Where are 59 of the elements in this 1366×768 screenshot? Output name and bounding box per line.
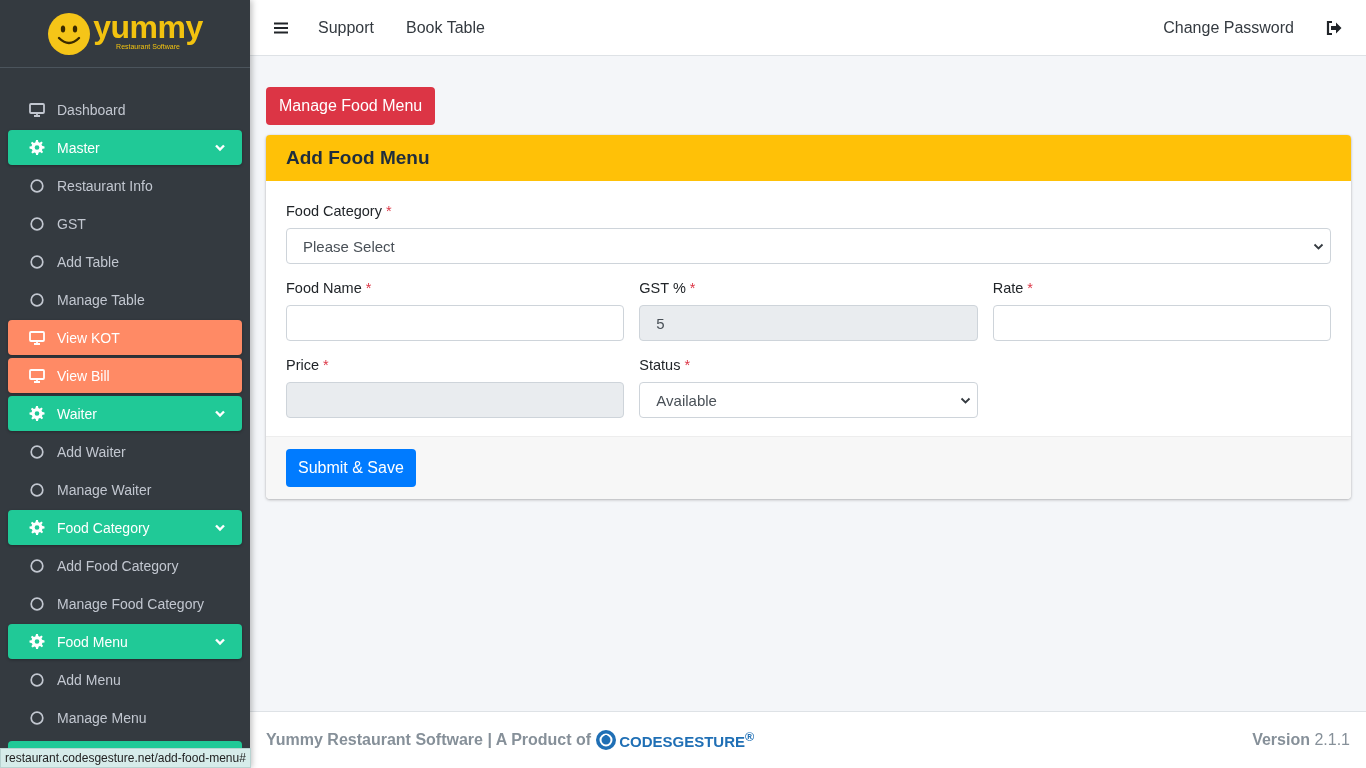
field-label: Price * — [286, 357, 330, 373]
chevron-down-icon — [212, 409, 228, 418]
smiley-face-icon — [47, 11, 92, 56]
select-field[interactable]: Please Select — [286, 228, 1331, 264]
sidebar-item[interactable]: Dashboard — [8, 92, 242, 127]
circle-icon — [29, 710, 45, 725]
circle-icon — [29, 482, 45, 497]
circle-icon — [29, 672, 45, 687]
field-label: Food Name * — [286, 280, 373, 296]
brand-name: CODESGESTURE$^{®}$ — [619, 730, 755, 750]
gear-icon — [29, 406, 45, 421]
circle-icon — [29, 444, 45, 459]
nav-link[interactable]: Support — [302, 18, 391, 37]
monitor-icon — [29, 368, 45, 383]
gear-icon — [29, 140, 45, 155]
status-url-tooltip: restaurant.codesgesture.net/add-food-menu# — [0, 748, 251, 768]
gear-icon — [29, 634, 45, 649]
field-label: Status * — [639, 357, 692, 373]
chevron-down-icon — [1313, 243, 1324, 251]
select-field[interactable]: Available — [639, 382, 978, 418]
sidebar-subitem[interactable]: Add Menu — [8, 662, 242, 697]
chevron-down-icon — [959, 397, 971, 405]
version-text: Version 2.1.1 — [1252, 731, 1350, 749]
sidebar-subitem[interactable]: Manage Table — [8, 282, 242, 317]
sidebar-subitem[interactable]: Add Waiter — [8, 434, 242, 469]
sidebar-subitem[interactable]: Manage Waiter — [8, 472, 242, 507]
monitor-icon — [29, 330, 45, 345]
gear-icon — [29, 520, 45, 535]
card-title: Add Food Menu — [266, 135, 1351, 181]
sidebar-subitem[interactable]: Manage Menu — [8, 700, 242, 735]
field-label: Food Category * — [286, 203, 393, 219]
nav-link[interactable]: Book Table — [390, 18, 501, 37]
manage-food-menu-button[interactable]: Manage Food Menu — [266, 87, 436, 125]
circle-icon — [29, 558, 45, 573]
sidebar-subitem[interactable]: Restaurant Info — [8, 168, 242, 203]
chevron-down-icon — [212, 143, 228, 152]
change-password-link[interactable]: Change Password — [1147, 18, 1310, 37]
chevron-down-icon — [212, 523, 228, 532]
submit-button[interactable]: Submit & Save — [286, 449, 416, 487]
circle-icon — [29, 292, 45, 307]
chevron-down-icon — [212, 637, 228, 646]
sidebar-subitem[interactable]: Manage Food Category — [8, 586, 242, 621]
circle-icon — [29, 254, 45, 269]
field-label: GST % * — [639, 280, 697, 296]
menu-icon[interactable] — [274, 21, 288, 34]
sidebar-subitem[interactable]: Add Table — [8, 244, 242, 279]
input-field[interactable] — [992, 305, 1331, 341]
logo-wordmark: yummy — [93, 11, 203, 43]
logout-icon[interactable] — [1326, 20, 1342, 35]
sidebar-subitem[interactable]: GST — [8, 206, 242, 241]
sidebar-subitem[interactable]: Add Food Category — [8, 548, 242, 583]
circle-icon — [29, 596, 45, 611]
footer-text: Yummy Restaurant Software | A Product of — [266, 731, 592, 749]
monitor-icon — [29, 102, 45, 117]
circle-icon — [29, 178, 45, 193]
field-label: Rate * — [992, 280, 1034, 296]
circle-icon — [29, 216, 45, 231]
input-field[interactable] — [286, 305, 625, 341]
brand-logo-icon — [596, 730, 617, 750]
